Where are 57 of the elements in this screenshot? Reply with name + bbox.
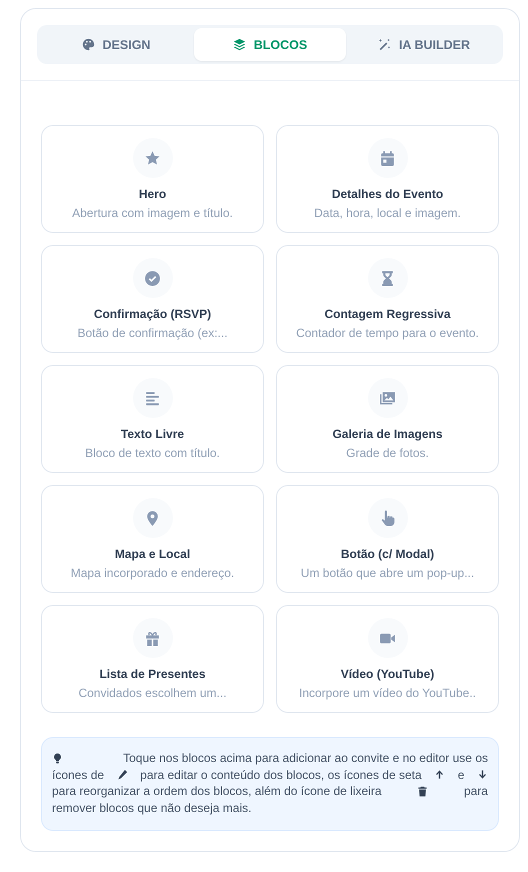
- block-title: Botão (c/ Modal): [340, 547, 434, 561]
- block-card[interactable]: Vídeo (YouTube) Incorpore um vídeo do YouTube..: [276, 605, 499, 713]
- tip-text: para reorganizar a ordem dos blocos, além do ícone de lixeira: [52, 783, 382, 800]
- tip-text: para: [464, 783, 488, 800]
- block-card[interactable]: Contagem Regressiva Contador de tempo para o evento.: [276, 245, 499, 353]
- pencil-icon: [116, 769, 128, 780]
- block-description: Convidados escolhem um...: [78, 686, 227, 700]
- block-title: Hero: [138, 187, 166, 201]
- block-title: Texto Livre: [120, 427, 184, 441]
- trash-icon: [417, 786, 428, 797]
- block-title: Galeria de Imagens: [332, 427, 443, 441]
- palette-icon: [82, 38, 95, 51]
- block-title: Vídeo (YouTube): [340, 667, 434, 681]
- calendar-icon: [368, 138, 408, 178]
- text-lines-icon: [132, 378, 172, 418]
- tab[interactable]: IA BUILDER: [348, 28, 500, 61]
- block-card[interactable]: Galeria de Imagens Grade de fotos.: [276, 365, 499, 473]
- block-description: Bloco de texto com título.: [85, 446, 220, 460]
- tip-text: Toque nos blocos acima para adicionar ao convite e no editor use os: [123, 750, 488, 766]
- tip-text: para editar o conteúdo dos blocos, os ícones de seta: [140, 766, 422, 783]
- block-description: Data, hora, local e imagem.: [314, 206, 461, 220]
- block-card[interactable]: Lista de Presentes Convidados escolhem um...: [41, 605, 264, 713]
- block-title: Confirmação (RSVP): [94, 307, 212, 321]
- block-card[interactable]: Confirmação (RSVP) Botão de confirmação (ex:...: [41, 245, 264, 353]
- tip-text: e: [458, 766, 464, 783]
- hourglass-icon: [368, 258, 408, 298]
- block-description: Grade de fotos.: [346, 446, 429, 460]
- block-card[interactable]: Mapa e Local Mapa incorporado e endereço.: [41, 485, 264, 593]
- tip-text: ícones de: [52, 766, 104, 783]
- video-camera-icon: [368, 618, 408, 658]
- tab[interactable]: DESIGN: [40, 28, 192, 61]
- block-title: Mapa e Local: [114, 547, 190, 561]
- block-description: Incorpore um vídeo do YouTube..: [298, 686, 476, 700]
- check-circle-icon: [132, 258, 172, 298]
- layers-icon: [232, 38, 246, 51]
- arrow-up-icon: [434, 769, 446, 780]
- block-description: Um botão que abre um pop-up...: [300, 566, 474, 580]
- block-card[interactable]: Texto Livre Bloco de texto com título.: [41, 365, 264, 473]
- images-icon: [368, 378, 408, 418]
- gift-icon: [132, 618, 172, 658]
- block-title: Detalhes do Evento: [332, 187, 444, 201]
- tab[interactable]: BLOCOS: [194, 28, 346, 61]
- block-description: Botão de confirmação (ex:...: [77, 326, 228, 340]
- arrow-down-icon: [477, 769, 488, 780]
- block-title: Lista de Presentes: [99, 667, 206, 681]
- block-title: Contagem Regressiva: [324, 307, 451, 321]
- map-pin-icon: [132, 498, 172, 538]
- block-card[interactable]: Hero Abertura com imagem e título.: [41, 125, 264, 233]
- magic-wand-icon: [378, 38, 391, 51]
- block-description: Mapa incorporado e endereço.: [70, 566, 234, 580]
- block-card[interactable]: Botão (c/ Modal) Um botão que abre um pop-up...: [276, 485, 499, 593]
- block-description: Abertura com imagem e título.: [72, 206, 233, 220]
- pointing-hand-icon: [368, 498, 408, 538]
- tip-text: remover blocos que não deseja mais.: [52, 800, 252, 816]
- block-description: Contador de tempo para o evento.: [296, 326, 479, 340]
- block-card[interactable]: Detalhes do Evento Data, hora, local e imagem.: [276, 125, 499, 233]
- lightbulb-icon: [52, 752, 63, 764]
